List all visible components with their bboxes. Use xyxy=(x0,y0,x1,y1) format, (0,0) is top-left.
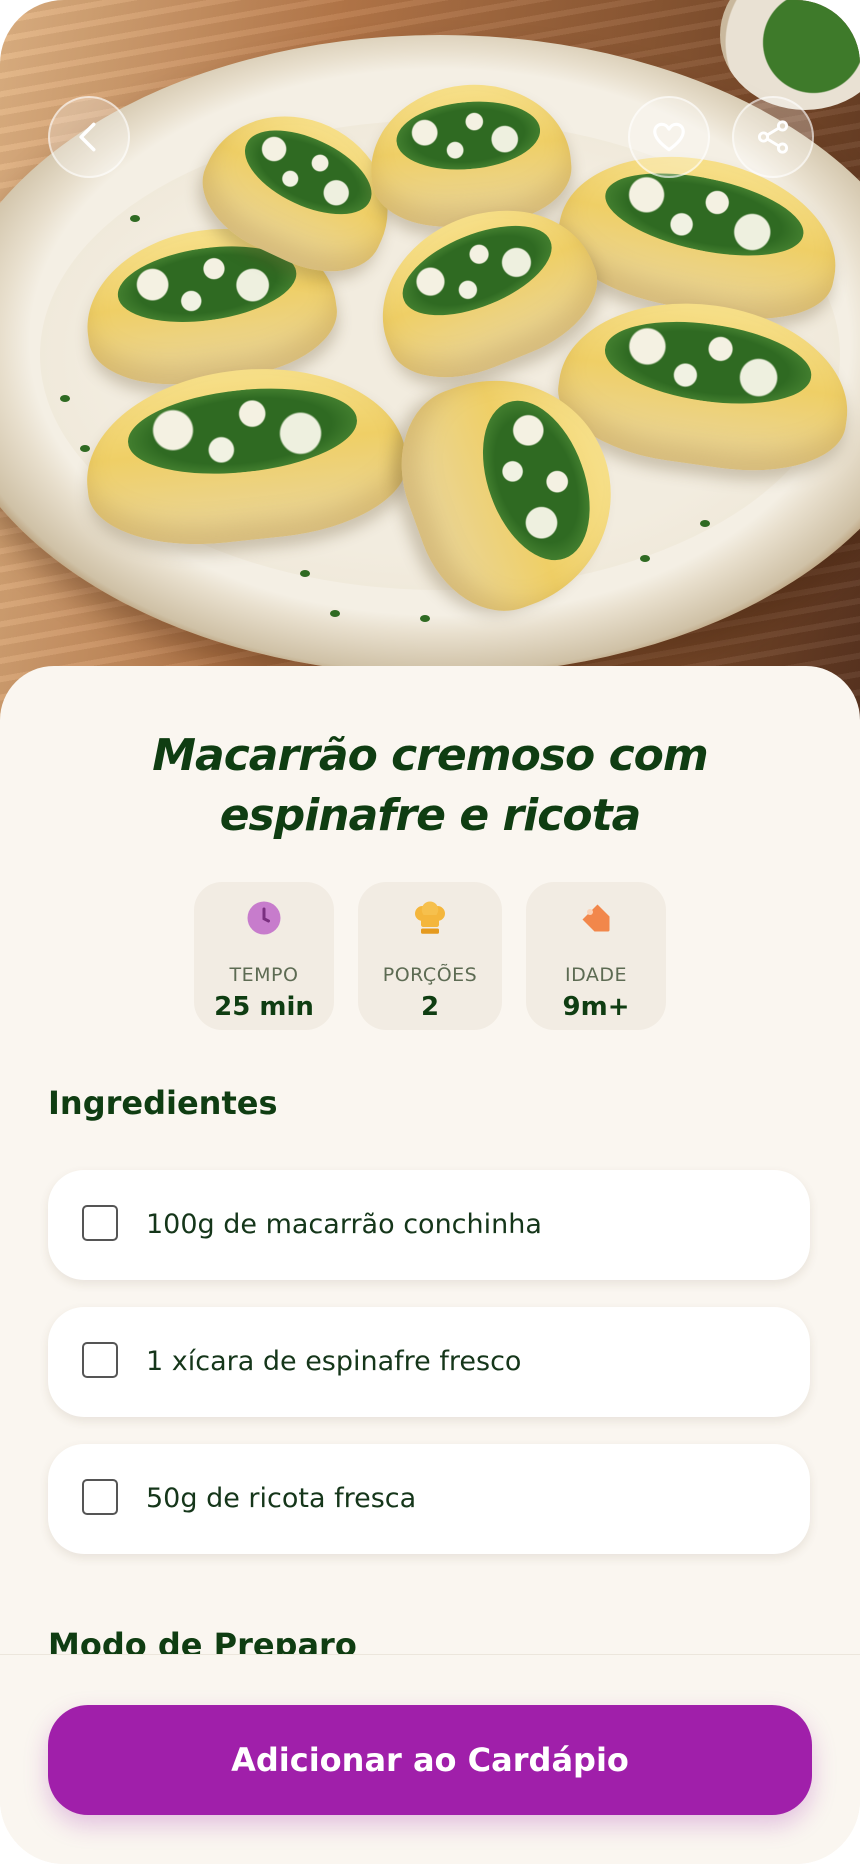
recipe-screen: Macarrão cremoso com espinafre e ricota … xyxy=(0,0,860,1864)
heart-icon xyxy=(653,122,685,152)
add-to-menu-button[interactable]: Adicionar ao Cardápio xyxy=(48,1705,812,1815)
ingredient-text: 50g de ricota fresca xyxy=(146,1483,417,1514)
herb-sprinkle xyxy=(60,395,70,402)
favorite-button[interactable] xyxy=(628,96,710,178)
stat-servings: PORÇÕES 2 xyxy=(358,882,502,1030)
back-button[interactable] xyxy=(48,96,130,178)
ingredients-heading: Ingredientes xyxy=(48,1084,278,1122)
tag-icon xyxy=(582,904,610,932)
side-bowl xyxy=(720,0,860,110)
recipe-title: Macarrão cremoso com espinafre e ricota xyxy=(152,730,708,841)
stat-value: 2 xyxy=(420,992,440,1022)
herb-sprinkle xyxy=(130,215,140,222)
stat-age: IDADE 9m+ xyxy=(526,882,666,1030)
herb-sprinkle xyxy=(330,610,340,617)
stat-label: IDADE xyxy=(564,964,628,986)
ingredient-item[interactable]: 50g de ricota fresca xyxy=(48,1444,810,1554)
bottom-action-bar: Adicionar ao Cardápio xyxy=(0,1654,860,1864)
herb-sprinkle xyxy=(300,570,310,577)
share-button[interactable] xyxy=(732,96,814,178)
ingredient-item[interactable]: 1 xícara de espinafre fresco xyxy=(48,1307,810,1417)
recipe-hero-image xyxy=(0,0,860,720)
ingredient-checkbox[interactable] xyxy=(82,1342,118,1378)
stat-value: 9m+ xyxy=(562,992,630,1022)
share-icon xyxy=(757,120,789,154)
ingredient-checkbox[interactable] xyxy=(82,1205,118,1241)
herb-sprinkle xyxy=(420,615,430,622)
herb-sprinkle xyxy=(640,555,650,562)
ingredient-checkbox[interactable] xyxy=(82,1479,118,1515)
stat-label: TEMPO xyxy=(229,964,299,986)
herb-sprinkle xyxy=(700,520,710,527)
stat-time: TEMPO 25 min xyxy=(194,882,334,1030)
stat-value: 25 min xyxy=(214,992,314,1022)
ingredient-item[interactable]: 100g de macarrão conchinha xyxy=(48,1170,810,1280)
chevron-left-icon xyxy=(79,122,96,152)
chef-hat-icon xyxy=(415,901,445,934)
ingredient-text: 100g de macarrão conchinha xyxy=(146,1209,542,1240)
herb-sprinkle xyxy=(80,445,90,452)
clock-icon xyxy=(247,901,281,935)
ingredient-text: 1 xícara de espinafre fresco xyxy=(146,1346,522,1377)
stat-label: PORÇÕES xyxy=(382,964,478,986)
